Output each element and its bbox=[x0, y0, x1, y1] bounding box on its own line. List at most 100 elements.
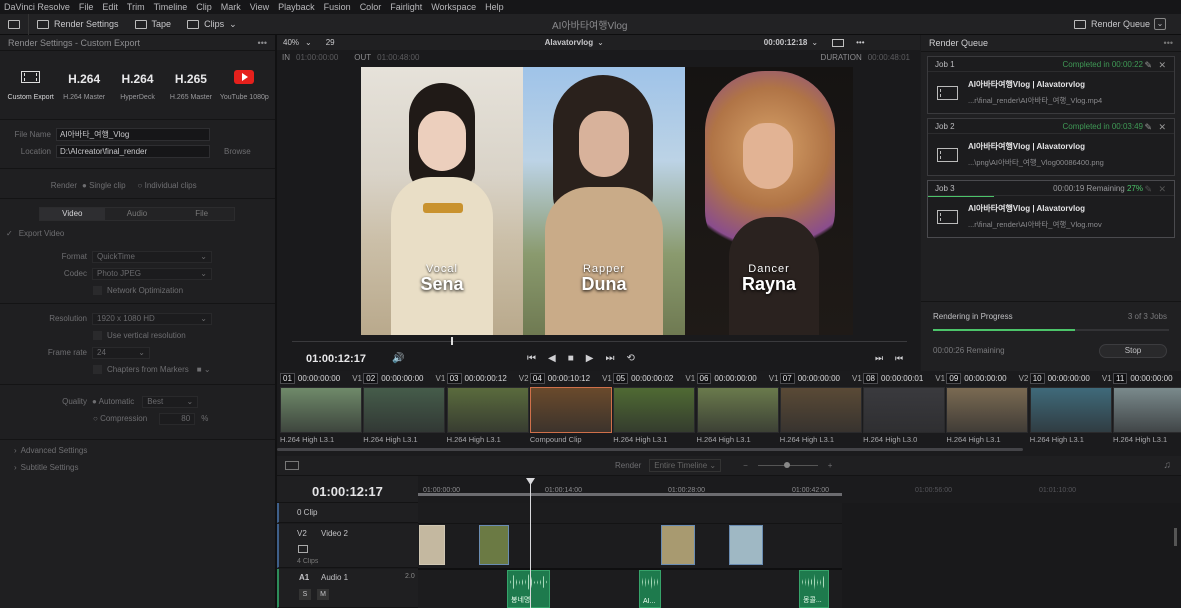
audio-clip[interactable]: 봉네명 bbox=[507, 570, 550, 608]
solo-button[interactable]: S bbox=[299, 589, 311, 600]
tab-video[interactable]: Video bbox=[40, 208, 105, 220]
menu-playback[interactable]: Playback bbox=[278, 2, 315, 12]
clip-strip-scrollbar[interactable] bbox=[277, 448, 1023, 451]
timeline-view-icon[interactable] bbox=[285, 461, 299, 470]
audio-clip[interactable]: 몽콜... bbox=[799, 570, 829, 608]
zoom-out-icon[interactable]: − bbox=[743, 461, 748, 470]
audio-meter-icon[interactable]: ♫ bbox=[1164, 460, 1172, 471]
menu-app[interactable]: DaVinci Resolve bbox=[4, 2, 70, 12]
render-queue-button[interactable]: Render Queue bbox=[1066, 14, 1158, 35]
individual-clips-radio[interactable]: ○ Individual clips bbox=[138, 181, 197, 190]
preset-youtube[interactable]: YouTube 1080p bbox=[218, 55, 271, 105]
timeline-playhead[interactable] bbox=[530, 480, 531, 608]
clips-button[interactable]: Clips ⌄ bbox=[179, 14, 245, 35]
jump-start-icon[interactable]: ⏮ bbox=[527, 353, 536, 364]
preset-h264-master[interactable]: H.264 H.264 Master bbox=[57, 55, 110, 105]
menu-file[interactable]: File bbox=[79, 2, 94, 12]
video-clip[interactable] bbox=[661, 525, 695, 565]
menu-view[interactable]: View bbox=[250, 2, 269, 12]
zoom-in-icon[interactable]: + bbox=[828, 461, 833, 470]
clip-thumbnail[interactable]: 1100:00:00:00V1 H.264 High L3.1 bbox=[1113, 371, 1181, 451]
menu-fairlight[interactable]: Fairlight bbox=[390, 2, 422, 12]
preset-hyperdeck[interactable]: H.264 HyperDeck bbox=[111, 55, 164, 105]
browse-button[interactable]: Browse bbox=[224, 147, 251, 156]
audio-clip[interactable]: AI... bbox=[639, 570, 661, 608]
clip-thumbnail[interactable]: 08 00:00:00:01 V1 H.264 High L3.0 bbox=[863, 371, 946, 451]
viewer-mode-icon[interactable] bbox=[832, 38, 845, 47]
jump-end-icon[interactable]: ⏭ bbox=[605, 353, 614, 364]
video-clip[interactable] bbox=[479, 525, 509, 565]
clip-thumbnail[interactable]: 10 00:00:00:00 V1 H.264 High L3.1 bbox=[1029, 371, 1112, 451]
scrubber-track[interactable] bbox=[292, 341, 907, 342]
close-icon[interactable]: ✕ bbox=[1158, 184, 1166, 195]
stop-icon[interactable]: ■ bbox=[568, 353, 574, 364]
clip-thumbnail[interactable]: 05 00:00:00:02 V1 H.264 High L3.1 bbox=[613, 371, 696, 451]
menu-trim[interactable]: Trim bbox=[127, 2, 145, 12]
zoom-select[interactable]: 40% bbox=[283, 38, 299, 47]
edit-icon[interactable]: ✎ bbox=[1144, 184, 1152, 195]
render-job-3[interactable]: Job 3 00:00:19 Remaining 27% ✎ ✕ AI아바타여행Vl… bbox=[927, 180, 1175, 238]
video-clip[interactable] bbox=[729, 525, 763, 565]
menu-color[interactable]: Color bbox=[360, 2, 382, 12]
monitor-button[interactable] bbox=[0, 14, 28, 35]
zoom-slider[interactable] bbox=[757, 462, 818, 468]
advanced-settings[interactable]: › Advanced Settings bbox=[0, 442, 275, 459]
stop-button[interactable]: Stop bbox=[1099, 344, 1167, 358]
close-icon[interactable]: ✕ bbox=[1158, 122, 1166, 133]
timeline-tracks-area[interactable]: 봉네명 AI... 몽콜... bbox=[418, 503, 1181, 608]
render-settings-button[interactable]: Render Settings bbox=[28, 13, 127, 35]
play-icon[interactable]: ▶ bbox=[586, 353, 594, 364]
menu-mark[interactable]: Mark bbox=[221, 2, 241, 12]
video-clip[interactable] bbox=[419, 525, 445, 565]
clip-thumbnail[interactable]: 03 00:00:00:12 V2 H.264 High L3.1 bbox=[446, 371, 529, 451]
menu-fusion[interactable]: Fusion bbox=[324, 2, 351, 12]
vertical-res-checkbox[interactable] bbox=[93, 331, 102, 340]
loop-icon[interactable]: ⟲ bbox=[626, 353, 634, 364]
clip-thumbnail[interactable]: 01 00:00:00:00 V1 H.264 High L3.1 bbox=[280, 371, 362, 451]
subtitle-settings[interactable]: › Subtitle Settings bbox=[0, 459, 275, 476]
compression-input[interactable]: 80 bbox=[159, 412, 196, 425]
single-clip-radio[interactable]: ● Single clip bbox=[82, 181, 126, 190]
clip-thumbnail[interactable]: 04 00:00:10:12 V1 Compound Clip bbox=[529, 371, 612, 451]
export-video-checkbox[interactable]: ✓ bbox=[6, 229, 13, 238]
codec-select[interactable]: Photo JPEG ⌄ bbox=[92, 267, 212, 280]
clip-thumbnail[interactable]: 02 00:00:00:00 V1 H.264 High L3.1 bbox=[363, 371, 446, 451]
close-icon[interactable]: ✕ bbox=[1158, 60, 1166, 71]
tab-file[interactable]: File bbox=[169, 208, 234, 220]
more-options-icon[interactable]: ••• bbox=[258, 38, 267, 48]
menu-edit[interactable]: Edit bbox=[102, 2, 118, 12]
edit-icon[interactable]: ✎ bbox=[1144, 60, 1152, 71]
compression-radio[interactable]: ○ Compression bbox=[93, 414, 147, 423]
prev-frame-icon[interactable]: ⏭ bbox=[875, 353, 883, 364]
menu-workspace[interactable]: Workspace bbox=[431, 2, 476, 12]
clip-thumbnail[interactable]: 06 00:00:00:00 V1 H.264 High L3.1 bbox=[696, 371, 779, 451]
location-input[interactable]: D:\AIcreator\final_render bbox=[56, 145, 210, 158]
menu-timeline[interactable]: Timeline bbox=[154, 2, 188, 12]
collapse-button[interactable]: ⌄ bbox=[1154, 18, 1166, 30]
render-range-select[interactable]: Entire Timeline ⌄ bbox=[649, 459, 722, 472]
scrubber-playhead[interactable] bbox=[451, 337, 453, 345]
timeline-name[interactable]: AIavatorvlog bbox=[545, 38, 593, 47]
volume-icon[interactable]: 🔊 bbox=[392, 353, 404, 364]
timeline-scrollbar[interactable] bbox=[1174, 528, 1177, 546]
render-job-1[interactable]: Job 1 Completed in 00:00:22 ✎ ✕ AI아바타여행Vlo… bbox=[927, 56, 1175, 114]
more-options-icon[interactable]: ••• bbox=[856, 38, 864, 47]
menu-clip[interactable]: Clip bbox=[196, 2, 212, 12]
film-icon[interactable] bbox=[298, 545, 308, 553]
resolution-select[interactable]: 1920 x 1080 HD ⌄ bbox=[92, 312, 212, 325]
chapters-checkbox[interactable] bbox=[93, 365, 102, 374]
automatic-radio[interactable]: ● Automatic bbox=[92, 397, 134, 406]
preset-h265-master[interactable]: H.265 H.265 Master bbox=[164, 55, 217, 105]
mute-button[interactable]: M bbox=[317, 589, 329, 600]
network-opt-checkbox[interactable] bbox=[93, 286, 102, 295]
preset-custom-export[interactable]: Custom Export bbox=[4, 55, 57, 105]
more-options-icon[interactable]: ••• bbox=[1164, 38, 1173, 48]
tape-button[interactable]: Tape bbox=[127, 14, 180, 35]
clip-thumbnail[interactable]: 07 00:00:00:00 V1 H.264 High L3.1 bbox=[779, 371, 862, 451]
edit-icon[interactable]: ✎ bbox=[1144, 122, 1152, 133]
file-name-input[interactable]: AI아바타_여행_Vlog bbox=[56, 128, 210, 141]
menu-help[interactable]: Help bbox=[485, 2, 504, 12]
tab-audio[interactable]: Audio bbox=[105, 208, 170, 220]
format-select[interactable]: QuickTime ⌄ bbox=[92, 250, 212, 263]
quality-select[interactable]: Best ⌄ bbox=[142, 395, 199, 408]
